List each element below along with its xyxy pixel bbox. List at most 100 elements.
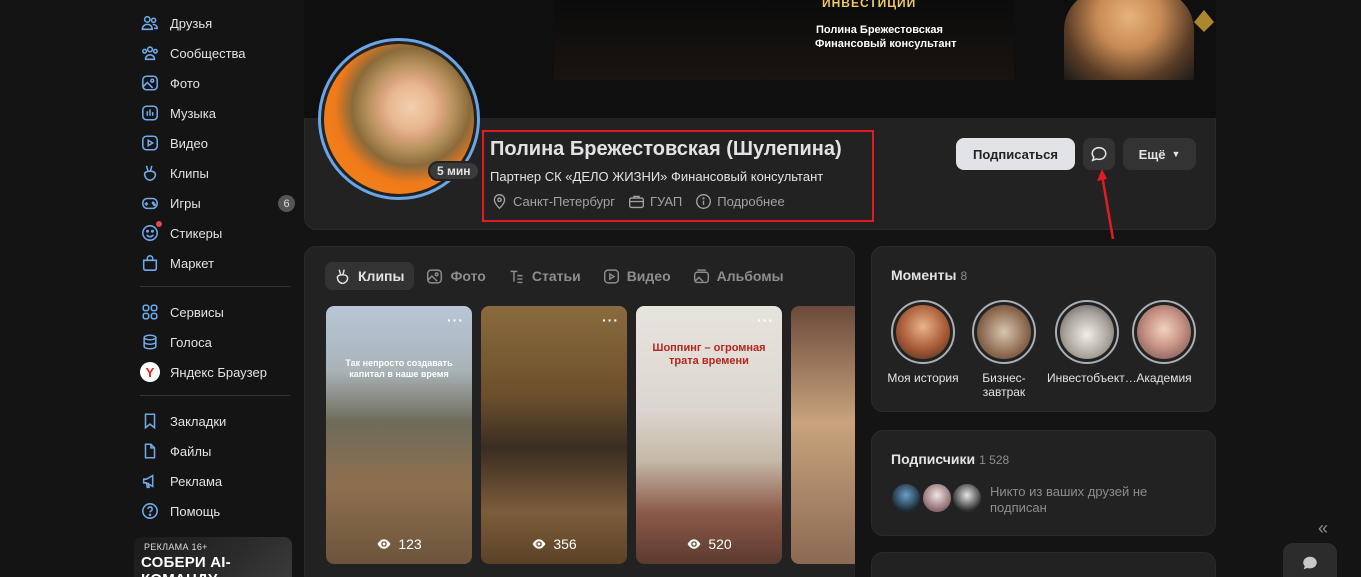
tab-video[interactable]: Видео — [594, 262, 681, 290]
sidebar-item-friends[interactable]: Друзья — [130, 8, 295, 38]
clip-card[interactable]: ··· Шоппинг – огромная трата времени 520 — [636, 306, 782, 564]
profile-name: Полина Брежестовская (Шулепина) — [490, 138, 842, 160]
moment-item[interactable]: Моя история — [887, 300, 959, 385]
sidebar-item-stickers[interactable]: Стикеры — [130, 218, 295, 248]
subscribers-title[interactable]: Подписчики 1 528 — [891, 451, 1009, 467]
moment-label: Академия — [1136, 371, 1192, 385]
tab-label: Альбомы — [716, 268, 784, 284]
moment-thumbnail — [977, 305, 1031, 359]
subscriber-avatar[interactable] — [921, 482, 953, 514]
ad-tag: РЕКЛАМА 16+ — [144, 542, 208, 552]
online-status-badge: 5 мин — [428, 161, 480, 181]
moment-thumbnail — [896, 305, 950, 359]
sidebar-item-label: Стикеры — [170, 225, 223, 241]
sidebar-item-label: Закладки — [170, 413, 227, 429]
sidebar-item-market[interactable]: Маркет — [130, 248, 295, 278]
next-card — [871, 552, 1216, 577]
eye-icon — [687, 539, 701, 549]
tab-label: Фото — [450, 268, 486, 284]
briefcase-icon — [628, 195, 644, 208]
music-icon — [140, 103, 160, 123]
clip-menu-icon[interactable]: ··· — [757, 312, 774, 328]
subscriber-avatar[interactable] — [890, 482, 922, 514]
votes-icon — [140, 332, 160, 352]
subscribe-button[interactable]: Подписаться — [956, 138, 1075, 170]
photo-icon — [140, 73, 160, 93]
sidebar-item-label: Игры — [170, 195, 201, 211]
sidebar-item-video[interactable]: Видео — [130, 128, 295, 158]
subscriber-avatar[interactable] — [951, 482, 983, 514]
profile-more-info[interactable]: Подробнее — [695, 193, 785, 210]
communities-icon — [140, 43, 160, 63]
tab-articles[interactable]: Статьи — [499, 262, 591, 290]
sidebar-item-communities[interactable]: Сообщества — [130, 38, 295, 68]
sidebar-item-yandex-browser[interactable]: Y Яндекс Браузер — [130, 357, 295, 387]
games-icon — [140, 193, 160, 213]
profile-meta: Санкт-Петербург ГУАП Подробнее — [491, 191, 798, 211]
cover-name: Полина Брежестовская — [816, 24, 943, 36]
ads-icon — [140, 471, 160, 491]
sidebar-item-votes[interactable]: Голоса — [130, 327, 295, 357]
clip-caption: Шоппинг – огромная трата времени — [652, 342, 766, 367]
subscribers-title-label: Подписчики — [891, 451, 976, 467]
sidebar-item-services[interactable]: Сервисы — [130, 297, 295, 327]
moment-thumbnail — [1060, 305, 1114, 359]
clip-views-count: 520 — [708, 536, 732, 552]
sidebar-item-label: Музыка — [170, 105, 216, 121]
cover-role: Финансовый консультант — [815, 38, 957, 50]
tab-clips[interactable]: Клипы — [325, 262, 415, 290]
tab-label: Видео — [626, 268, 671, 284]
market-icon — [140, 253, 160, 273]
clip-menu-icon[interactable]: ··· — [447, 312, 464, 328]
eye-icon — [377, 539, 391, 549]
profile-education-label: ГУАП — [649, 193, 683, 209]
chevron-down-icon: ▼ — [1171, 149, 1181, 159]
clip-card[interactable] — [791, 306, 855, 564]
friends-icon — [140, 13, 160, 33]
clip-card[interactable]: ··· 356 — [481, 306, 627, 564]
sidebar-item-label: Яндекс Браузер — [170, 364, 267, 380]
sidebar-item-label: Друзья — [170, 15, 213, 31]
sidebar-item-help[interactable]: Помощь — [130, 496, 295, 526]
profile-city-label: Санкт-Петербург — [513, 193, 615, 209]
message-icon — [1091, 146, 1107, 162]
sidebar-item-files[interactable]: Файлы — [130, 436, 295, 466]
clip-card[interactable]: ··· Так непросто создавать капитал в наш… — [326, 306, 472, 564]
sidebar-item-label: Файлы — [170, 443, 212, 459]
collapse-sidebar-icon[interactable]: « — [1318, 518, 1328, 539]
clip-menu-icon[interactable]: ··· — [602, 312, 619, 328]
chat-icon — [1303, 556, 1317, 570]
sidebar-item-label: Клипы — [170, 165, 209, 181]
sidebar-item-ads[interactable]: Реклама — [130, 466, 295, 496]
moment-ring — [891, 300, 955, 364]
sidebar-item-clips[interactable]: Клипы — [130, 158, 295, 188]
sidebar-item-bookmarks[interactable]: Закладки — [130, 406, 295, 436]
moments-title[interactable]: Моменты 8 — [891, 267, 967, 283]
eye-icon — [532, 539, 546, 549]
moments-title-label: Моменты — [891, 267, 957, 283]
tab-albums[interactable]: Альбомы — [684, 262, 794, 290]
cover-banner: ИНВЕСТИЦИИ Полина Брежестовская Финансов… — [554, 0, 1214, 80]
chat-button[interactable] — [1283, 543, 1337, 577]
media-tabs: Клипы Фото Статьи Видео Альбомы — [325, 262, 797, 290]
clip-views: 520 — [636, 536, 782, 552]
clips-icon — [336, 268, 349, 284]
ad-text: СОБЕРИ AI-КОМАНДУ — [141, 554, 231, 577]
tab-photo[interactable]: Фото — [417, 262, 495, 290]
annotation-arrow — [1097, 169, 1115, 240]
moment-item[interactable]: Инвестобъект… — [1047, 300, 1137, 385]
more-button[interactable]: Ещё ▼ — [1123, 138, 1196, 170]
sidebar-item-games[interactable]: Игры 6 — [130, 188, 295, 218]
sidebar-item-label: Реклама — [170, 473, 223, 489]
sidebar-ad-banner[interactable]: РЕКЛАМА 16+ СОБЕРИ AI-КОМАНДУ — [134, 537, 292, 577]
cover-headline: ИНВЕСТИЦИИ — [822, 0, 917, 10]
sidebar-item-photo[interactable]: Фото — [130, 68, 295, 98]
sidebar-item-music[interactable]: Музыка — [130, 98, 295, 128]
services-icon — [140, 302, 160, 322]
moment-label: Бизнес-завтрак — [982, 371, 1026, 399]
moment-item[interactable]: Бизнес-завтрак — [972, 300, 1036, 399]
moment-item[interactable]: Академия — [1132, 300, 1196, 385]
profile-city[interactable]: Санкт-Петербург — [491, 193, 615, 210]
profile-education[interactable]: ГУАП — [628, 193, 682, 210]
moment-label: Моя история — [887, 371, 959, 385]
